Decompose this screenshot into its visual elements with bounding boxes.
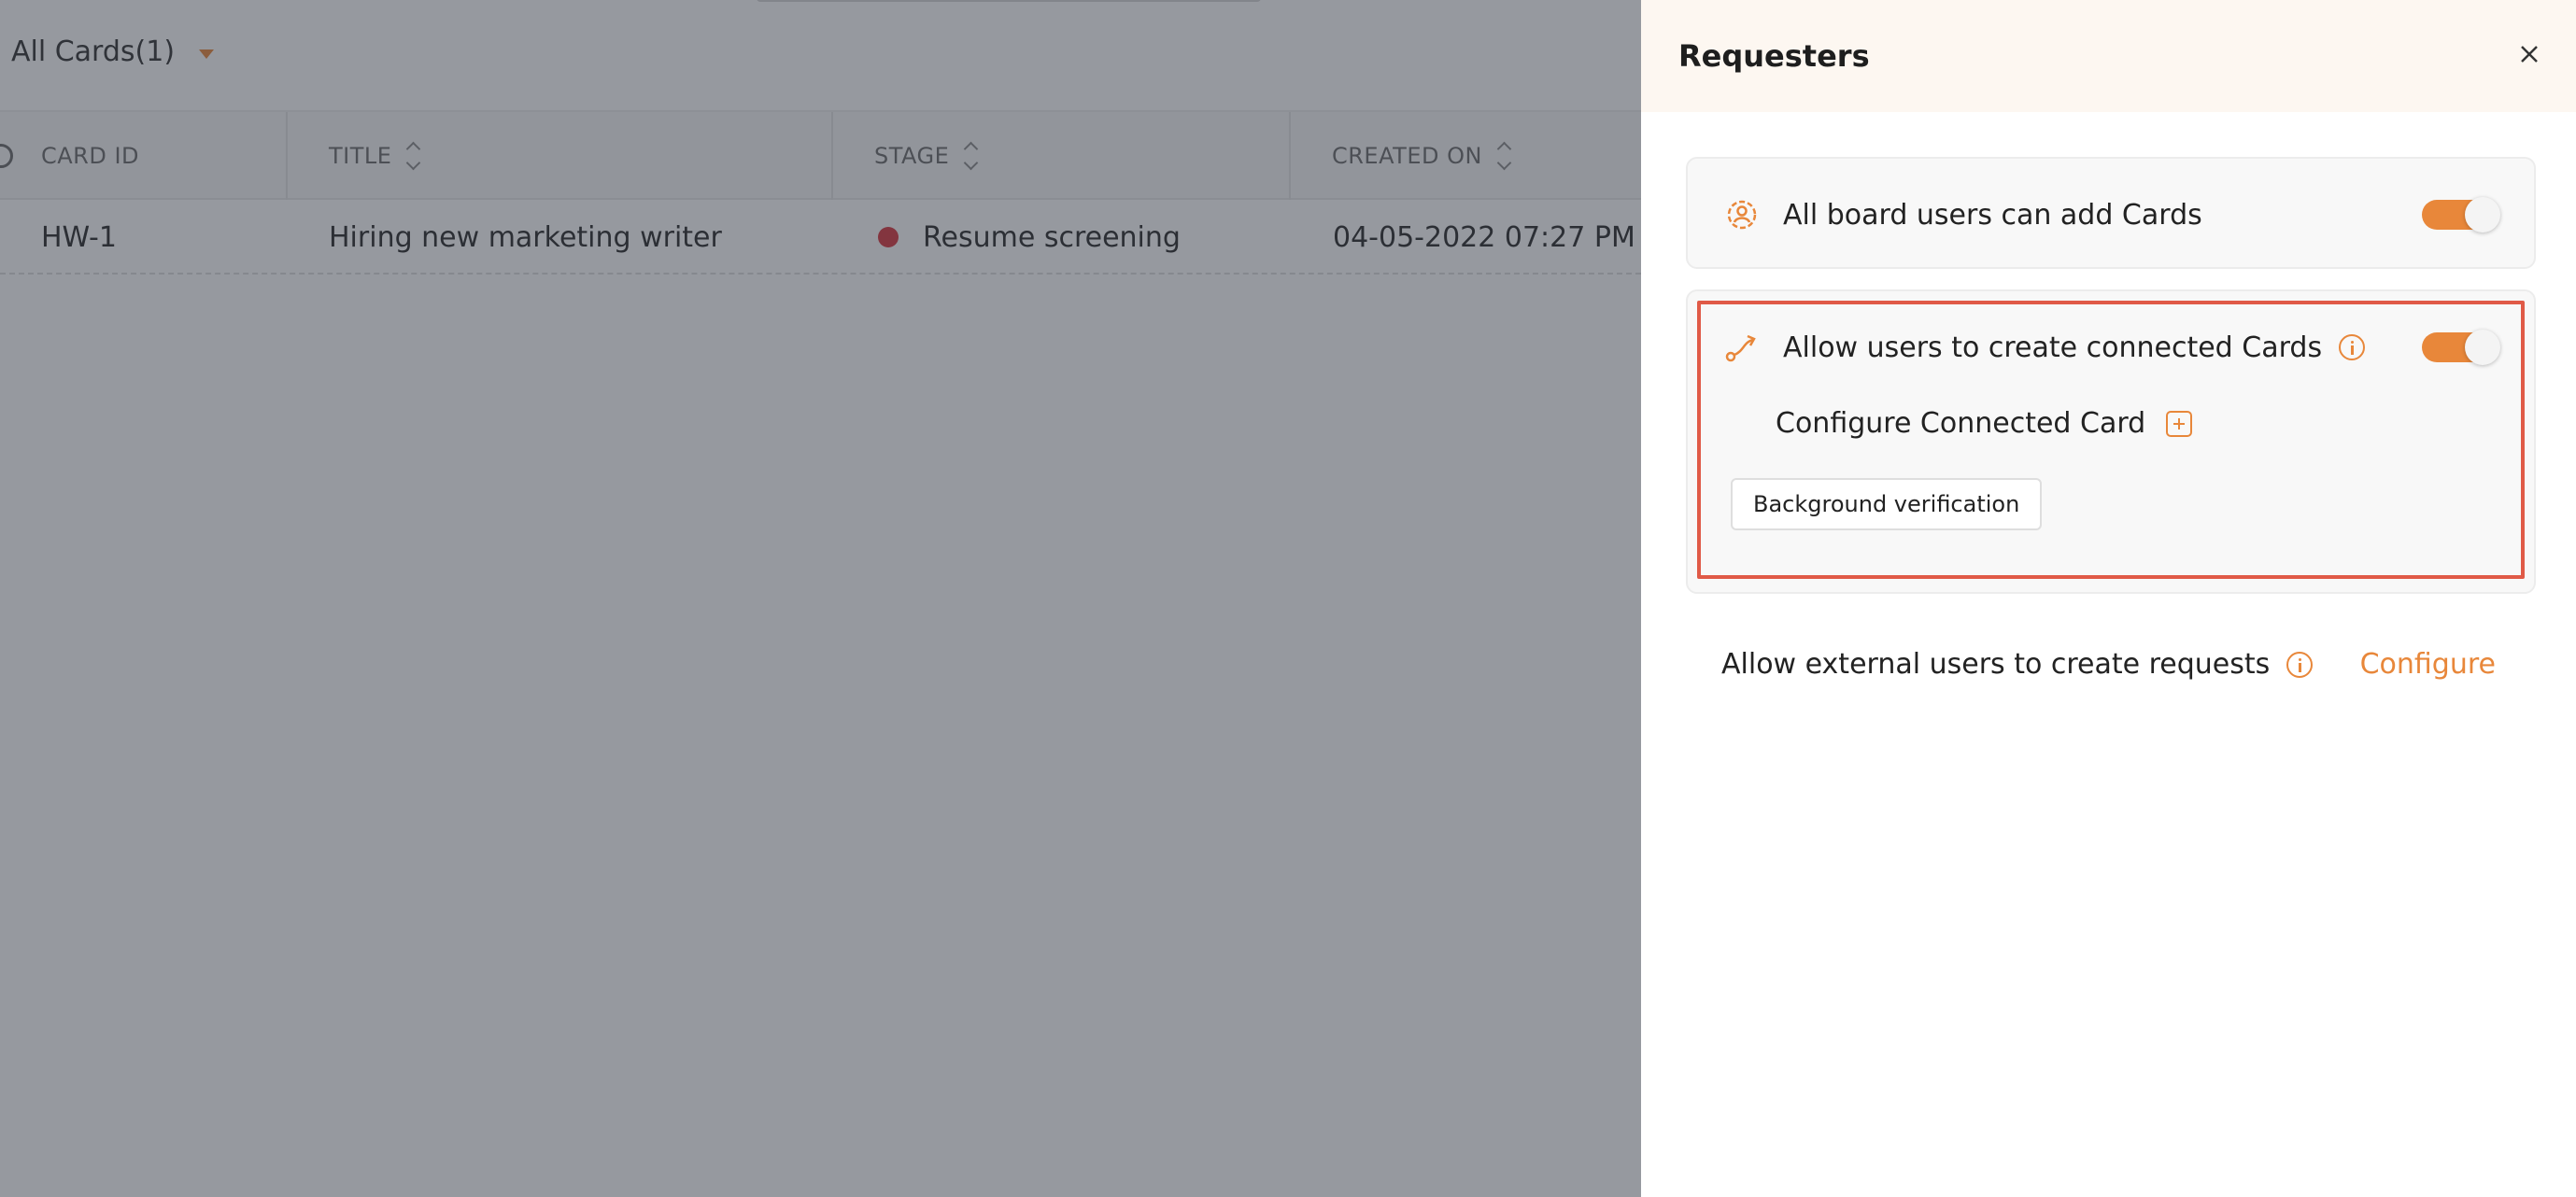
connected-card-chip[interactable]: Background verification	[1731, 478, 2043, 530]
info-icon[interactable]	[2286, 651, 2314, 678]
connect-route-icon	[1725, 334, 1756, 362]
all-users-option: All board users can add Cards	[1723, 196, 2202, 233]
configure-external-link[interactable]: Configure	[2360, 648, 2496, 681]
external-requests-option: Allow external users to create requests	[1721, 648, 2314, 681]
requesters-drawer: Requesters All board users can add Cards	[1641, 0, 2576, 1197]
drawer-header: Requesters	[1641, 0, 2576, 112]
add-connected-card-icon[interactable]	[2166, 410, 2193, 437]
connected-cards-option-label: Allow users to create connected Cards	[1783, 331, 2323, 364]
connected-cards-option-card: Allow users to create connected Cards	[1686, 289, 2536, 594]
all-users-option-label: All board users can add Cards	[1783, 198, 2202, 232]
close-icon[interactable]	[2516, 41, 2542, 67]
all-users-toggle[interactable]	[2422, 197, 2500, 232]
toggle-knob	[2465, 330, 2500, 365]
configure-connected-card: Configure Connected Card	[1776, 407, 2193, 440]
connected-cards-option: Allow users to create connected Cards	[1723, 329, 2366, 366]
configure-connected-card-label: Configure Connected Card	[1776, 407, 2146, 440]
all-users-option-card: All board users can add Cards	[1686, 157, 2536, 269]
drawer-title: Requesters	[1678, 38, 1870, 74]
connected-cards-toggle[interactable]	[2422, 330, 2500, 365]
external-requests-label: Allow external users to create requests	[1721, 648, 2271, 681]
info-icon[interactable]	[2339, 334, 2366, 360]
users-gear-icon	[1727, 200, 1757, 230]
toggle-knob	[2465, 197, 2500, 232]
modal-backdrop[interactable]	[0, 0, 1641, 1197]
